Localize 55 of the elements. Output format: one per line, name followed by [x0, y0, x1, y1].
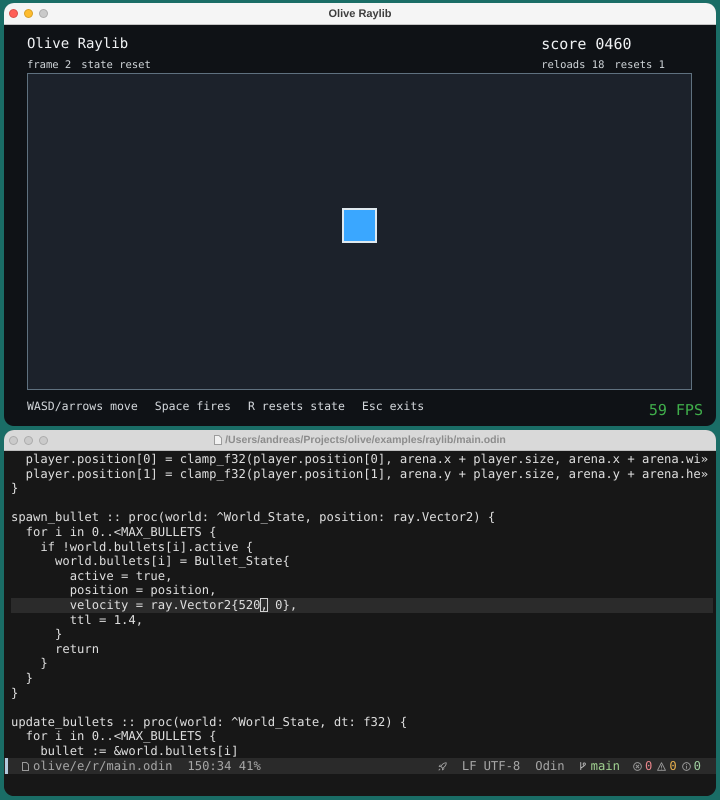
- control-hint: Space fires: [154, 399, 231, 413]
- close-button[interactable]: [9, 9, 18, 18]
- code-line: }: [39, 656, 49, 671]
- info-icon: [682, 762, 691, 771]
- error-icon: [632, 762, 642, 771]
- window-title: /Users/andreas/Projects/olive/examples/raylib/main.odin: [225, 434, 506, 446]
- language-mode[interactable]: Odin: [535, 758, 565, 774]
- code-line: spawn_bullet :: proc(world: ^World_State, position: ray.Vector2) {: [11, 510, 496, 525]
- code-line: for i in 0..<MAX_BULLETS {: [24, 524, 218, 540]
- code-line: active = true,: [68, 568, 174, 584]
- code-line: for i in 0..<MAX_BULLETS {: [24, 729, 218, 744]
- hud-text: state reset: [81, 59, 151, 71]
- text-cursor: ,: [260, 598, 268, 612]
- code-line: player.position[0] = clamp_f32(player.position[0], arena.x + player.size, arena.x + arena.wi»: [24, 452, 710, 467]
- player-square: [342, 208, 377, 242]
- git-branch[interactable]: main: [590, 758, 620, 774]
- file-encoding[interactable]: UTF-8: [484, 758, 520, 774]
- code-line: update_bullets :: proc(world: ^World_State, dt: f32) {: [11, 714, 408, 730]
- file-path[interactable]: olive/e/r/main.odin: [33, 758, 172, 774]
- control-hint: Esc exits: [362, 399, 424, 413]
- close-button[interactable]: [9, 436, 18, 444]
- cursor-position[interactable]: 150:34 41%: [187, 758, 261, 774]
- document-icon: [214, 435, 222, 445]
- fps-counter: 59 FPS: [648, 401, 703, 419]
- code-line: position = position,: [68, 583, 218, 598]
- minimize-button[interactable]: [24, 436, 33, 444]
- code-line: }: [54, 627, 64, 642]
- error-count[interactable]: 0: [644, 758, 652, 774]
- file-icon: [22, 762, 29, 771]
- minimize-button[interactable]: [24, 9, 33, 18]
- hud-text: frame 2: [27, 59, 72, 71]
- code-line: bullet := &world.bullets[i]: [39, 744, 240, 758]
- info-count[interactable]: 0: [694, 758, 701, 774]
- zoom-button[interactable]: [39, 436, 48, 444]
- window-title: Olive Raylib: [328, 8, 392, 20]
- code-line: return: [54, 642, 100, 656]
- control-hint: WASD/arrows move: [27, 399, 138, 413]
- control-hint: R resets state: [248, 399, 345, 413]
- mode-indicator-icon: [5, 758, 8, 774]
- rocket-icon[interactable]: [438, 762, 447, 771]
- code-line: if !world.bullets[i].active {: [39, 540, 254, 554]
- code-line: }: [11, 481, 20, 496]
- warning-count[interactable]: 0: [669, 758, 677, 774]
- branch-icon: [578, 761, 586, 772]
- code-line: player.position[1] = clamp_f32(player.position[1], arena.y + player.size, arena.y + arena.he»: [24, 466, 710, 482]
- game-title: Olive Raylib: [27, 36, 128, 53]
- code-line: ttl = 1.4,: [68, 612, 144, 628]
- code-line: }: [11, 686, 20, 700]
- code-line: }: [24, 670, 34, 686]
- score-text: score 0460: [541, 36, 632, 53]
- line-ending[interactable]: LF: [462, 758, 477, 774]
- hud-text: reloads 18: [541, 59, 604, 71]
- warning-icon: [657, 762, 666, 771]
- hud-text: resets 1: [614, 59, 665, 71]
- code-line: world.bullets[i] = Bullet_State{: [54, 554, 291, 569]
